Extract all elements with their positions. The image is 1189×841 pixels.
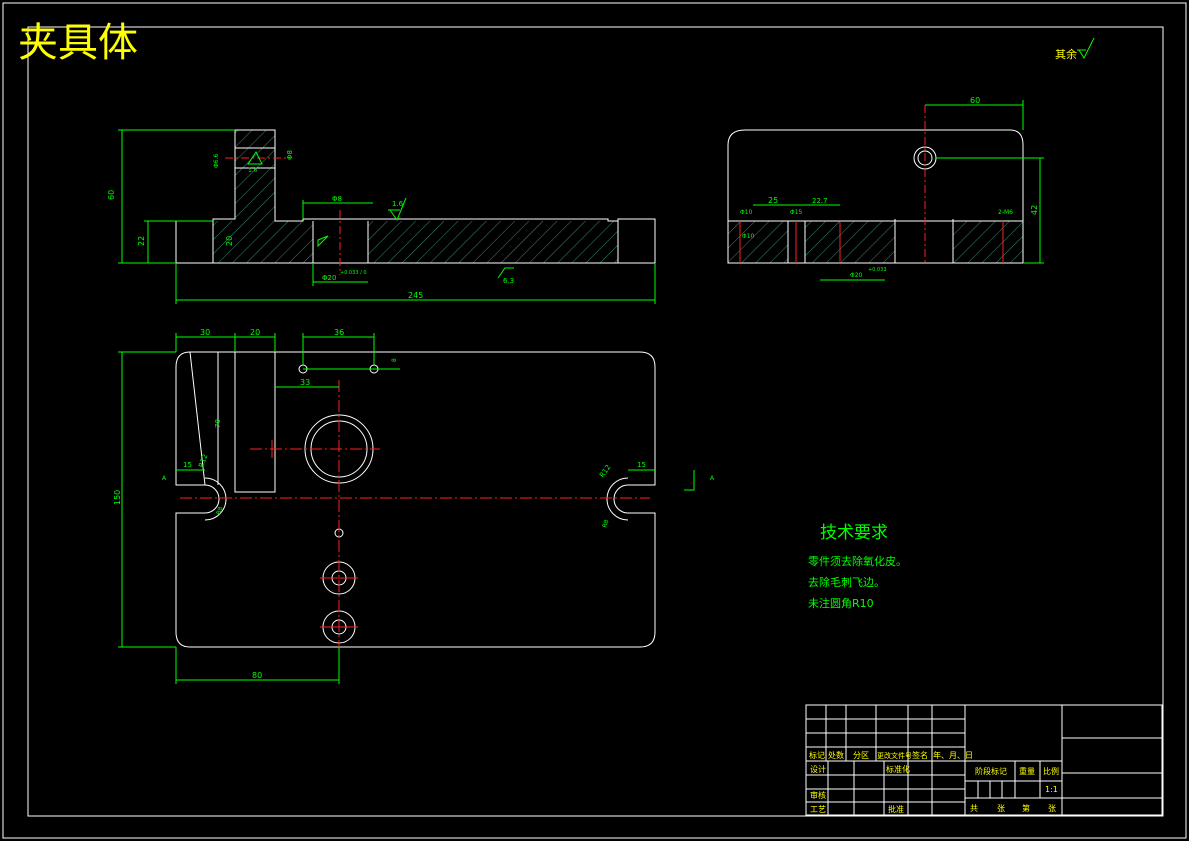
dim-top-block-height: 70 bbox=[214, 419, 222, 428]
dim-side-left-small: Φ10 bbox=[740, 209, 753, 216]
svg-text:R8: R8 bbox=[215, 506, 224, 516]
side-view: 60 42 25 22.7 Φ10 Φ10 Φ15 2-M6 Φ20 +0.03… bbox=[727, 96, 1044, 281]
roughness-upper-left: 1.6 bbox=[248, 167, 258, 174]
svg-text:Φ10: Φ10 bbox=[742, 233, 755, 240]
section-mark-right: A bbox=[710, 475, 715, 482]
dim-side-bottom: Φ20 bbox=[850, 272, 863, 279]
tb-sheet-1: 张 bbox=[997, 804, 1005, 813]
tb-header-0: 标记 bbox=[809, 750, 825, 760]
dim-front-slot: Φ8 bbox=[286, 150, 294, 160]
dim-front-height-total: 60 bbox=[107, 190, 116, 200]
dim-side-tol: +0.033 bbox=[868, 267, 887, 273]
dim-top-slot-right: 15 bbox=[637, 461, 646, 469]
dim-front-length-total: 245 bbox=[408, 291, 423, 300]
title-block bbox=[805, 704, 1163, 816]
surface-finish-note: 其余 bbox=[1055, 47, 1077, 61]
surface-finish-symbol: 其余 bbox=[1055, 37, 1095, 61]
tb-header-1: 处数 bbox=[828, 750, 844, 760]
tb-row-process: 工艺 bbox=[810, 805, 826, 814]
tb-scale-value: 1:1 bbox=[1045, 785, 1058, 794]
tb-sheet-2: 第 bbox=[1022, 803, 1030, 813]
dim-front-bore: Φ20 bbox=[322, 274, 336, 282]
dim-front-height-base: 22 bbox=[137, 236, 146, 246]
dim-front-pin-hole: Φ8 bbox=[332, 195, 342, 203]
dim-side-h-right: 42 bbox=[1030, 205, 1039, 215]
dim-top-radius-left: R12 bbox=[197, 453, 209, 469]
drawing-title: 夹具体 bbox=[18, 20, 138, 66]
dim-top-left-w1: 30 bbox=[200, 328, 210, 337]
tb-header-2: 分区 bbox=[853, 751, 869, 760]
tech-req-item-1: 零件须去除氧化皮。 bbox=[808, 554, 907, 568]
tb-sheet-3: 张 bbox=[1048, 804, 1056, 813]
front-view: 60 22 20 245 Φ20 +0.033 / 0 Φ8 Φ8 Φ6.6 1… bbox=[107, 129, 656, 304]
dim-top-offset-33: 33 bbox=[300, 378, 310, 387]
tb-header-5: 年、月、日 bbox=[933, 750, 973, 760]
tech-req-item-3: 未注圆角R10 bbox=[808, 596, 874, 610]
top-view: 30 20 36 33 8 150 70 15 15 R12 R12 R8 R8… bbox=[113, 328, 715, 684]
dim-top-left-w2: 20 bbox=[250, 328, 260, 337]
dim-side-right-small: 2-M6 bbox=[998, 209, 1013, 216]
svg-text:Φ6.6: Φ6.6 bbox=[213, 154, 220, 168]
svg-text:R8: R8 bbox=[601, 519, 610, 529]
dim-top-height-total: 150 bbox=[113, 490, 122, 505]
svg-text:8: 8 bbox=[391, 358, 398, 362]
tb-sheet-0: 共 bbox=[970, 804, 978, 813]
tech-requirements: 技术要求 零件须去除氧化皮。 去除毛刺飞边。 未注圆角R10 bbox=[808, 523, 907, 610]
tech-req-heading: 技术要求 bbox=[820, 523, 888, 543]
cad-drawing-canvas: 夹具体 其余 60 22 20 245 Φ20 +0.033 / 0 Φ8 Φ8… bbox=[2, 2, 1187, 839]
roughness-bottom: 6.3 bbox=[503, 277, 514, 285]
tb-row-approve: 批准 bbox=[888, 804, 904, 814]
dim-top-slot-left: 15 bbox=[183, 461, 192, 469]
dim-front-step-height: 20 bbox=[225, 236, 234, 246]
tech-req-item-2: 去除毛刺飞边。 bbox=[808, 575, 885, 589]
tb-header-4: 签名 bbox=[912, 750, 928, 760]
dim-side-width-top: 60 bbox=[970, 96, 980, 105]
tb-row-standard: 标准化 bbox=[886, 764, 910, 774]
dim-top-radius-right: R12 bbox=[598, 463, 612, 479]
tb-weight: 重量 bbox=[1019, 766, 1035, 776]
dim-top-hole-spacing: 36 bbox=[334, 328, 344, 337]
section-mark-left: A bbox=[162, 475, 167, 482]
dim-top-bottom-width: 80 bbox=[252, 671, 262, 680]
dim-side-width-25: 25 bbox=[768, 196, 778, 205]
tb-header-3: 更改文件号 bbox=[877, 751, 912, 760]
tb-stage-mark: 阶段标记 bbox=[975, 766, 1007, 776]
tb-row-review: 审核 bbox=[810, 790, 826, 800]
dim-side-mid-small: Φ15 bbox=[790, 209, 803, 216]
roughness-upper-mid: 1.6 bbox=[392, 200, 404, 208]
tb-scale: 比例 bbox=[1043, 766, 1059, 776]
dim-side-width-22: 22.7 bbox=[812, 197, 828, 205]
tb-row-design: 设计 bbox=[810, 764, 826, 774]
dim-front-bore-tol: +0.033 / 0 bbox=[340, 270, 367, 276]
outer-frame bbox=[2, 2, 1187, 839]
